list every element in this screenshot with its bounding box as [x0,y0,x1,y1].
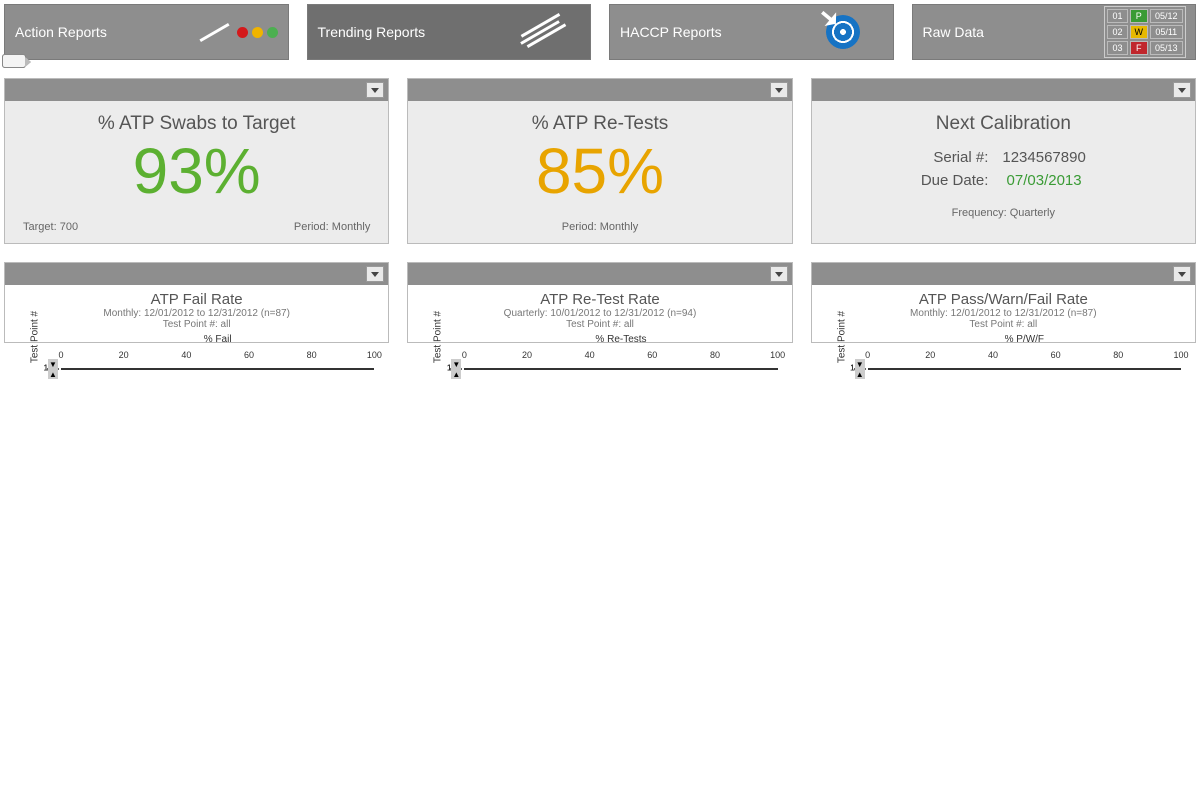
top-nav: Action Reports Trending Reports HACCP Re… [0,0,1200,60]
panel-menu-button[interactable] [770,82,788,98]
x-ticks: 020406080100 [61,350,374,364]
kpi-swabs-panel: % ATP Swabs to Target 93% Target: 700 Pe… [4,78,389,244]
scrollbar[interactable]: ▲▼ [854,368,866,370]
multi-line-icon [500,9,580,55]
plot [61,368,374,370]
kpi-retests-panel: % ATP Re-Tests 85% Period: Monthly [407,78,792,244]
y-axis-title: Test Point # [836,311,847,363]
serial-label: Serial #: [921,149,989,166]
panel-menu-button[interactable] [366,82,384,98]
panel-menu-button[interactable] [1173,266,1191,282]
chart-area-pwf: % P/W/F 020406080100 Test Point # 132715… [812,332,1195,342]
kpi-title: % ATP Swabs to Target [21,113,372,135]
panel-header [408,79,791,101]
y-axis-title: Test Point # [30,311,41,363]
tab-label: Action Reports [15,24,107,40]
chart-subtitle2: Test Point #: all [818,319,1189,330]
plot [464,368,777,370]
tab-label: HACCP Reports [620,24,722,40]
panel-menu-button[interactable] [366,266,384,282]
chart-title: ATP Pass/Warn/Fail Rate [818,291,1189,308]
kpi-title: Next Calibration [828,113,1179,135]
panel-header [408,263,791,285]
tab-label: Raw Data [923,24,984,40]
chart-subtitle: Monthly: 12/01/2012 to 12/31/2012 (n=87) [11,308,382,319]
slider-handle[interactable] [2,54,26,68]
chart-subtitle2: Test Point #: all [11,319,382,330]
chart-title: ATP Re-Test Rate [414,291,785,308]
x-ticks: 020406080100 [868,350,1181,364]
chart-fail-panel: ATP Fail Rate Monthly: 12/01/2012 to 12/… [4,262,389,343]
serial-value: 1234567890 [1002,149,1085,166]
chart-subtitle: Quarterly: 10/01/2012 to 12/31/2012 (n=9… [414,308,785,319]
panel-header [812,79,1195,101]
chart-subtitle2: Test Point #: all [414,319,785,330]
chart-area-retest: % Re-Tests 020406080100 Test Point # 172… [408,332,791,342]
y-axis-title: Test Point # [433,311,444,363]
panel-header [812,263,1195,285]
kpi-row: % ATP Swabs to Target 93% Target: 700 Pe… [0,60,1200,244]
traffic-lights-icon [198,9,278,55]
kpi-title: % ATP Re-Tests [424,113,775,135]
panel-header [5,263,388,285]
plot [868,368,1181,370]
chart-row: ATP Fail Rate Monthly: 12/01/2012 to 12/… [0,244,1200,347]
x-axis-title: % Re-Tests [464,334,777,345]
kpi-value: 93% [21,139,372,203]
rawdata-table-icon: 01P05/12 02W05/11 03F05/13 [1105,9,1185,55]
chart-area-fail: % Fail 020406080100 Test Point # 1327151… [5,332,388,342]
due-label: Due Date: [921,172,989,189]
x-axis-title: % Fail [61,334,374,345]
kpi-value: 85% [424,139,775,203]
chart-pwf-panel: ATP Pass/Warn/Fail Rate Monthly: 12/01/2… [811,262,1196,343]
panel-menu-button[interactable] [770,266,788,282]
x-axis-title: % P/W/F [868,334,1181,345]
panel-menu-button[interactable] [1173,82,1191,98]
tab-label: Trending Reports [318,24,426,40]
chart-subtitle: Monthly: 12/01/2012 to 12/31/2012 (n=87) [818,308,1189,319]
scrollbar[interactable]: ▲▼ [450,368,462,370]
tab-action-reports[interactable]: Action Reports [4,4,289,60]
x-ticks: 020406080100 [464,350,777,364]
tab-raw-data[interactable]: Raw Data 01P05/12 02W05/11 03F05/13 [912,4,1197,60]
scrollbar[interactable]: ▲▼ [47,368,59,370]
due-value: 07/03/2013 [1002,172,1085,189]
chart-retest-panel: ATP Re-Test Rate Quarterly: 10/01/2012 t… [407,262,792,343]
tab-haccp-reports[interactable]: HACCP Reports [609,4,894,60]
kpi-calibration-panel: Next Calibration Serial #: 1234567890 Du… [811,78,1196,244]
target-icon [803,9,883,55]
tab-trending-reports[interactable]: Trending Reports [307,4,592,60]
panel-header [5,79,388,101]
chart-title: ATP Fail Rate [11,291,382,308]
